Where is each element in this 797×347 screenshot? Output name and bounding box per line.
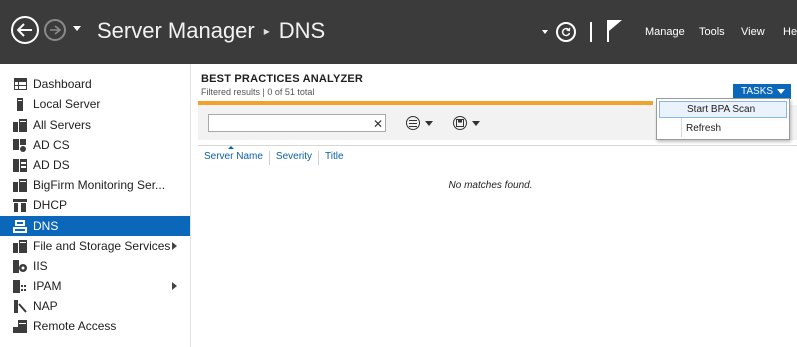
- breadcrumb-separator-icon: ▸: [263, 24, 270, 38]
- sidebar-item-iis[interactable]: IIS: [0, 256, 190, 276]
- dashboard-icon: [13, 77, 27, 91]
- sidebar-item-label: BigFirm Monitoring Ser...: [33, 178, 166, 192]
- expand-arrow-icon[interactable]: [172, 242, 177, 250]
- ad-cs-icon: [13, 138, 27, 152]
- sidebar-item-label: Remote Access: [33, 319, 117, 333]
- breadcrumb-root[interactable]: Server Manager: [97, 18, 255, 44]
- sidebar-item-label: IPAM: [33, 279, 62, 293]
- column-severity[interactable]: Severity: [276, 151, 320, 165]
- menu-item-start-bpa-scan[interactable]: Start BPA Scan: [659, 101, 787, 118]
- nap-icon: [13, 299, 27, 313]
- sidebar-item-label: DHCP: [33, 198, 68, 212]
- chevron-down-icon: [542, 30, 548, 34]
- sidebar-item-nap[interactable]: NAP: [0, 296, 190, 316]
- forward-arrow-icon: [50, 25, 61, 35]
- dhcp-icon: [13, 198, 27, 212]
- forward-button[interactable]: [44, 19, 66, 41]
- sidebar-item-ad-ds[interactable]: AD DS: [0, 155, 190, 175]
- sidebar: Dashboard Local Server All Servers AD CS…: [0, 64, 191, 347]
- breadcrumb: Server Manager ▸ DNS: [97, 15, 325, 47]
- tasks-label: TASKS: [741, 86, 774, 97]
- filtered-results-count: Filtered results | 0 of 51 total: [201, 87, 315, 97]
- sidebar-item-label: Dashboard: [33, 77, 92, 91]
- chevron-down-icon: [425, 120, 433, 126]
- back-arrow-icon: [17, 23, 32, 37]
- tasks-button[interactable]: TASKS: [733, 84, 791, 99]
- remote-access-icon: [13, 319, 27, 333]
- save-icon: [453, 116, 467, 130]
- clear-filter-icon[interactable]: ✕: [373, 118, 383, 130]
- history-dropdown-icon[interactable]: [73, 26, 81, 31]
- server-group-icon: [13, 178, 27, 192]
- sidebar-item-ad-cs[interactable]: AD CS: [0, 135, 190, 155]
- column-server-name[interactable]: Server Name: [204, 146, 270, 165]
- sidebar-item-bigfirm-monitoring[interactable]: BigFirm Monitoring Ser...: [0, 175, 190, 195]
- back-button[interactable]: [11, 16, 39, 44]
- flag-icon[interactable]: [606, 19, 624, 43]
- menu-item-refresh[interactable]: Refresh: [659, 120, 787, 137]
- list-options-icon: [406, 116, 420, 130]
- toolbar-divider: [590, 22, 592, 42]
- sidebar-item-remote-access[interactable]: Remote Access: [0, 316, 190, 336]
- sidebar-item-dhcp[interactable]: DHCP: [0, 195, 190, 215]
- empty-results-message: No matches found.: [448, 180, 533, 191]
- menu-view[interactable]: View: [741, 0, 765, 64]
- file-storage-icon: [13, 239, 27, 253]
- sidebar-item-label: NAP: [33, 299, 58, 313]
- filter-options-button[interactable]: [406, 115, 433, 131]
- title-bar: Server Manager ▸ DNS Manage Tools View H…: [0, 0, 797, 64]
- sidebar-item-ipam[interactable]: IPAM: [0, 276, 190, 296]
- tasks-menu: Start BPA Scan Refresh: [656, 98, 790, 140]
- refresh-dropdown[interactable]: [542, 0, 554, 64]
- chevron-down-icon: [777, 89, 785, 94]
- panel-title: BEST PRACTICES ANALYZER: [201, 73, 364, 85]
- sidebar-item-label: AD CS: [33, 138, 70, 152]
- ipam-icon: [13, 279, 27, 293]
- chevron-down-icon: [472, 120, 480, 126]
- sidebar-item-local-server[interactable]: Local Server: [0, 94, 190, 114]
- sort-ascending-icon: [228, 146, 234, 149]
- sidebar-item-label: IIS: [33, 259, 48, 273]
- sidebar-item-all-servers[interactable]: All Servers: [0, 115, 190, 135]
- refresh-button[interactable]: [556, 0, 576, 64]
- local-server-icon: [13, 97, 27, 111]
- grid-header-divider: [198, 145, 797, 146]
- ad-ds-icon: [13, 158, 27, 172]
- all-servers-icon: [13, 118, 27, 132]
- sidebar-item-label: DNS: [33, 219, 59, 233]
- menu-manage[interactable]: Manage: [645, 0, 685, 64]
- results-grid-header: Server Name Severity Title: [204, 146, 356, 165]
- iis-icon: [13, 259, 27, 273]
- sidebar-item-label: All Servers: [33, 118, 92, 132]
- sidebar-item-dns[interactable]: DNS: [0, 216, 190, 236]
- sidebar-item-label: Local Server: [33, 97, 101, 111]
- breadcrumb-current: DNS: [278, 18, 326, 43]
- sidebar-item-file-and-storage[interactable]: File and Storage Services: [0, 236, 190, 256]
- sidebar-item-dashboard[interactable]: Dashboard: [0, 74, 190, 94]
- refresh-icon: [556, 22, 576, 42]
- sidebar-item-label: File and Storage Services: [33, 239, 171, 253]
- expand-arrow-icon[interactable]: [172, 282, 177, 290]
- save-query-button[interactable]: [453, 115, 480, 131]
- sidebar-item-label: AD DS: [33, 158, 70, 172]
- menu-help[interactable]: He: [783, 0, 797, 64]
- column-title[interactable]: Title: [325, 151, 350, 165]
- dns-icon: [13, 219, 27, 233]
- menu-tools[interactable]: Tools: [699, 0, 725, 64]
- filter-input[interactable]: [208, 114, 386, 132]
